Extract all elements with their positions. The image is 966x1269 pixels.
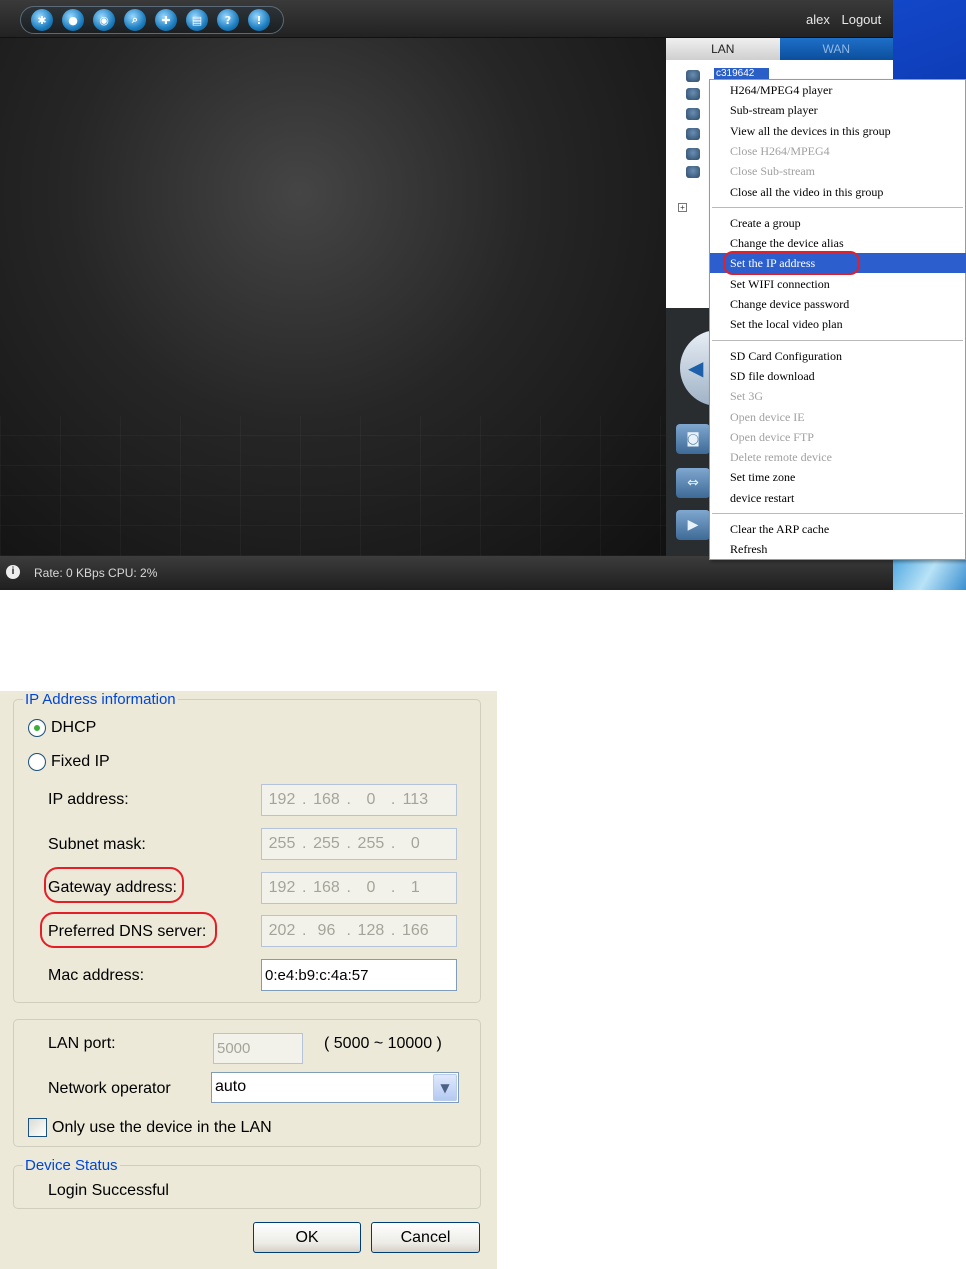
tab-wan[interactable]: WAN <box>779 38 893 60</box>
menu-separator <box>712 339 963 341</box>
fixed-ip-radio[interactable] <box>28 753 46 771</box>
camera-icon <box>686 148 700 160</box>
device-status-title: Device Status <box>25 1157 118 1174</box>
lan-only-checkbox[interactable] <box>28 1118 47 1137</box>
main-toolbar: ✱ ● ◉ ⌕ ✚ ▤?! <box>20 6 284 34</box>
menu-item[interactable]: SD Card Configuration <box>710 346 966 366</box>
user-area: alex Logout <box>806 12 889 27</box>
menu-item: Close H264/MPEG4 <box>730 143 830 158</box>
expand-icon[interactable]: + <box>678 203 687 212</box>
lock-icon[interactable]: ✚ <box>155 9 177 31</box>
menu-item: Open device FTP <box>730 429 814 444</box>
tree-device[interactable] <box>686 148 704 162</box>
ip-address-label: IP address: <box>48 791 129 808</box>
menu-item[interactable]: Set time zone <box>710 467 966 487</box>
video-placeholder <box>0 416 666 556</box>
menu-item[interactable]: Set WIFI connection <box>710 274 966 294</box>
help-icon[interactable]: ? <box>217 9 239 31</box>
fixed-ip-label: Fixed IP <box>51 753 110 770</box>
play-icon: ▶ <box>687 517 699 533</box>
menu-item[interactable]: Sub-stream player <box>710 100 966 120</box>
camera-icon <box>686 166 700 178</box>
ok-button[interactable]: OK <box>253 1222 361 1253</box>
camera-icon <box>686 70 700 82</box>
record-icon[interactable]: ● <box>62 9 84 31</box>
mac-address-label: Mac address: <box>48 967 145 984</box>
search-icon[interactable]: ⌕ <box>124 9 146 31</box>
menu-item[interactable]: Close all the video in this group <box>710 182 966 202</box>
context-menu: H264/MPEG4 player Sub-stream player View a… <box>709 79 966 560</box>
network-operator-label: Network operator <box>48 1080 171 1097</box>
mac-address-field[interactable]: 0:e4:b9:c:4a:57 <box>261 959 457 991</box>
menu-item: Set 3G <box>730 389 763 404</box>
camera-icon[interactable]: ◉ <box>93 9 115 31</box>
lan-only-label: Only use the device in the LAN <box>52 1119 272 1136</box>
save-icon[interactable]: ▤ <box>186 9 208 31</box>
menu-item: Delete remote device <box>730 450 832 465</box>
chevron-down-icon[interactable]: ▼ <box>433 1074 457 1101</box>
dhcp-label: DHCP <box>51 719 97 736</box>
menu-separator <box>712 206 963 208</box>
dns-label: Preferred DNS server: <box>48 923 207 940</box>
ip-address-field[interactable]: 192. 168. 0. 113 <box>261 784 457 816</box>
menu-item[interactable]: Set the local video plan <box>710 314 966 334</box>
top-bar: ✱ ● ◉ ⌕ ✚ ▤?! alex Logout <box>0 0 893 38</box>
dhcp-radio[interactable] <box>28 719 46 737</box>
device-status-value: Login Successful <box>48 1182 169 1199</box>
gateway-label: Gateway address: <box>48 879 177 896</box>
subnet-mask-field[interactable]: 255. 255. 255. 0 <box>261 828 457 860</box>
video-view[interactable] <box>0 38 666 556</box>
lan-port-range: ( 5000 ~ 10000 ) <box>324 1035 442 1052</box>
cancel-button[interactable]: Cancel <box>371 1222 480 1253</box>
camera-icon <box>686 128 700 140</box>
menu-item[interactable]: SD file download <box>710 366 966 386</box>
subnet-mask-label: Subnet mask: <box>48 836 146 853</box>
tree-device[interactable] <box>686 108 704 122</box>
tab-lan[interactable]: LAN <box>666 38 780 60</box>
menu-separator <box>712 513 963 514</box>
snapshot-button[interactable]: ◙ <box>676 424 710 454</box>
chevron-left-icon: ◀ <box>688 356 704 380</box>
grid-icon[interactable]: ✱ <box>31 9 53 31</box>
ip-group-title: IP Address information <box>25 691 176 708</box>
network-operator-value: auto <box>215 1078 247 1095</box>
menu-item[interactable]: device restart <box>710 488 966 508</box>
mirror-button[interactable]: ⇔ <box>676 468 710 498</box>
menu-item[interactable]: H264/MPEG4 player <box>710 80 966 100</box>
tree-device[interactable] <box>686 166 704 180</box>
tree-device[interactable] <box>686 128 704 142</box>
status-text: Rate: 0 KBps CPU: 2% <box>34 566 158 580</box>
info-icon[interactable]: ! <box>248 9 270 31</box>
logout-link[interactable]: Logout <box>841 12 881 27</box>
menu-item: Open device IE <box>730 409 805 424</box>
menu-item[interactable]: Clear the ARP cache <box>710 519 966 539</box>
lan-port-label: LAN port: <box>48 1035 116 1052</box>
camera-icon: ◙ <box>686 431 700 447</box>
camera-client-window: ✱ ● ◉ ⌕ ✚ ▤?! alex Logout LAN WAN c319642 + ◀… <box>0 0 966 590</box>
info-icon: i <box>6 565 20 579</box>
menu-item[interactable]: Refresh <box>710 539 966 559</box>
lan-port-field[interactable]: 5000 <box>213 1033 303 1064</box>
menu-item: Close Sub-stream <box>730 164 815 179</box>
arrows-horizontal-icon: ⇔ <box>687 475 699 491</box>
gateway-field[interactable]: 192. 168. 0. 1 <box>261 872 457 904</box>
tree-device[interactable] <box>686 70 704 84</box>
camera-icon <box>686 88 700 100</box>
network-tabs: LAN WAN <box>666 38 893 60</box>
ip-settings-dialog: IP Address information DHCP Fixed IP IP … <box>0 691 497 1269</box>
menu-item[interactable]: View all the devices in this group <box>710 121 966 141</box>
desktop-background <box>893 556 966 590</box>
user-name: alex <box>806 12 830 27</box>
menu-item[interactable]: Set the IP address <box>710 253 966 274</box>
menu-item[interactable]: Create a group <box>710 213 966 233</box>
tree-device[interactable] <box>686 88 704 102</box>
play-button[interactable]: ▶ <box>676 510 710 540</box>
menu-item[interactable]: Change device password <box>710 294 966 314</box>
dns-field[interactable]: 202. 96. 128. 166 <box>261 915 457 947</box>
menu-item[interactable]: Change the device alias <box>710 233 966 253</box>
status-bar: i Rate: 0 KBps CPU: 2% <box>0 556 893 590</box>
camera-icon <box>686 108 700 120</box>
network-operator-select[interactable]: auto ▼ <box>211 1072 459 1103</box>
